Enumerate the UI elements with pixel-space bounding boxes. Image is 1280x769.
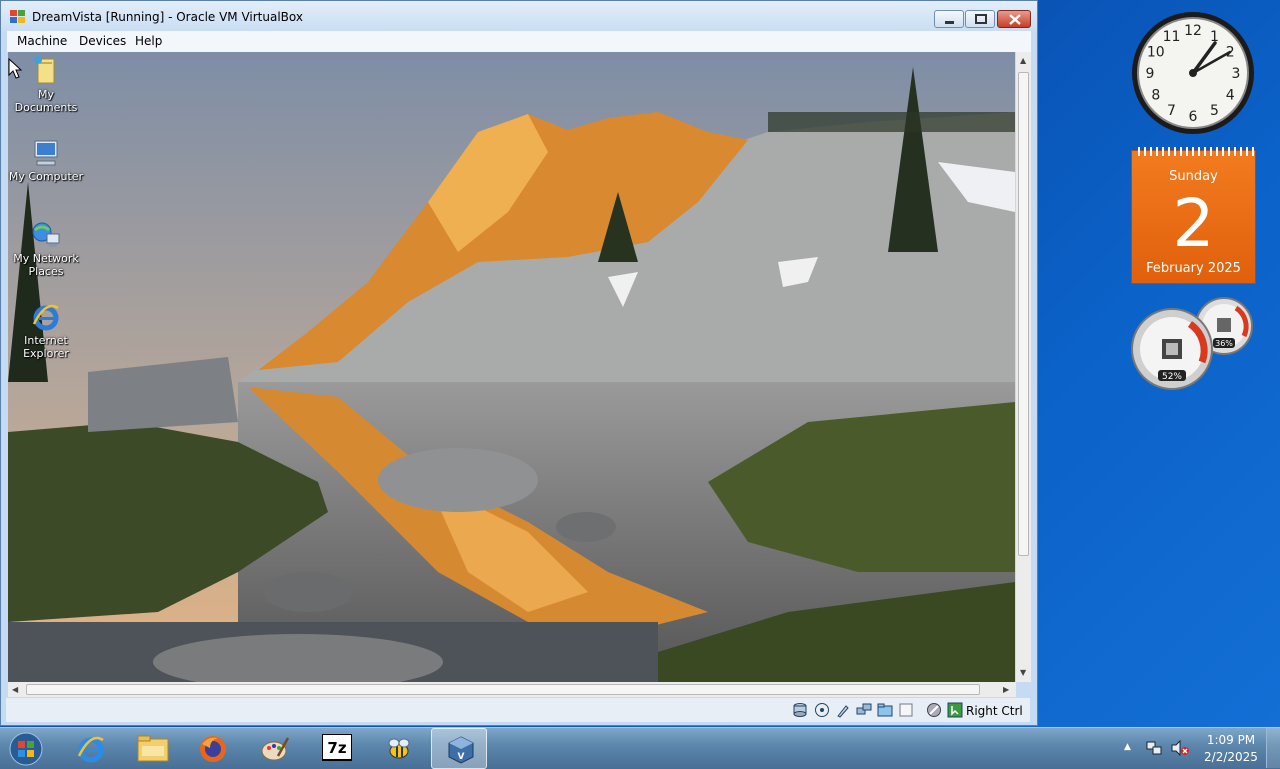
folder-icon xyxy=(137,735,169,762)
taskbar-internet-explorer[interactable] xyxy=(62,728,118,769)
virtualbox-icon xyxy=(10,10,25,23)
close-icon xyxy=(1009,14,1021,25)
internet-explorer-icon xyxy=(32,304,59,331)
calendar-date: 2 xyxy=(1172,185,1215,262)
firefox-icon xyxy=(200,736,226,762)
shared-folder-icon[interactable] xyxy=(877,702,893,718)
desktop-icon-label: Places xyxy=(28,265,64,278)
scroll-up-arrow-icon[interactable]: ▲ xyxy=(1020,56,1026,65)
title-bar[interactable]: DreamVista [Running] - Oracle VM Virtual… xyxy=(1,1,1037,31)
hard-disk-icon[interactable] xyxy=(792,702,808,718)
start-button[interactable] xyxy=(0,728,52,769)
host-key-label: Right Ctrl xyxy=(966,704,1023,718)
clock-numeral: 12 xyxy=(1184,23,1202,39)
taskbar: 7z V xyxy=(0,727,1280,769)
close-button[interactable] xyxy=(997,10,1031,28)
taskbar-file-explorer[interactable] xyxy=(123,728,179,769)
7zip-icon: 7z xyxy=(322,734,352,761)
restore-icon xyxy=(975,14,987,24)
clock-numeral: 5 xyxy=(1210,103,1219,119)
desktop-icon-label: My Documents xyxy=(14,88,78,114)
taskbar-bee-app[interactable] xyxy=(370,728,426,769)
usb-pen-icon[interactable] xyxy=(835,702,851,718)
calendar-gadget[interactable]: Sunday 2 February 2025 xyxy=(1131,147,1256,284)
virtualbox-icon: V xyxy=(448,736,474,764)
cpu-meter-gadget[interactable]: 36% 52% xyxy=(1128,296,1256,392)
clock-numeral: 4 xyxy=(1226,88,1235,104)
desktop-icon-my-network-places[interactable]: My Network Places xyxy=(8,220,86,278)
taskbar-firefox[interactable] xyxy=(184,728,240,769)
menu-devices[interactable]: Devices xyxy=(79,34,126,48)
desktop-icon-my-documents[interactable]: My Documents xyxy=(8,56,86,114)
horizontal-scrollbar-thumb[interactable] xyxy=(26,684,980,695)
maximize-button[interactable] xyxy=(965,10,995,28)
tray-network-icon[interactable] xyxy=(1145,739,1163,757)
cpu-value: 52% xyxy=(1162,372,1182,382)
minimize-icon xyxy=(945,21,954,24)
scroll-down-arrow-icon[interactable]: ▼ xyxy=(1020,668,1026,677)
guest-screen[interactable]: My Documents My Computer My Network Plac… xyxy=(8,52,1015,682)
taskbar-virtualbox[interactable]: V xyxy=(431,728,487,769)
clock-numeral: 9 xyxy=(1146,66,1155,82)
menu-help[interactable]: Help xyxy=(135,34,162,48)
tray-clock-time[interactable]: 1:09 PM xyxy=(1196,733,1266,747)
network-icon xyxy=(32,222,60,247)
scroll-right-arrow-icon[interactable]: ▶ xyxy=(1003,685,1009,694)
mouse-integration-icon[interactable] xyxy=(926,702,942,718)
desktop-icon-my-computer[interactable]: My Computer xyxy=(8,138,86,183)
internet-explorer-icon xyxy=(77,736,104,763)
svg-text:V: V xyxy=(458,752,465,762)
desktop-wallpaper xyxy=(8,52,1015,682)
memory-value: 36% xyxy=(1215,339,1233,348)
desktop-icon-label: Explorer xyxy=(23,347,69,360)
window-title: DreamVista [Running] - Oracle VM Virtual… xyxy=(32,10,303,24)
desktop-icon-internet-explorer[interactable]: Internet Explorer xyxy=(8,302,86,360)
desktop-icon-label: My Network xyxy=(13,252,79,265)
folder-icon xyxy=(34,56,55,84)
clock-numeral: 7 xyxy=(1167,103,1176,119)
calendar-rings-icon xyxy=(1138,147,1254,156)
clock-numeral: 10 xyxy=(1147,45,1165,61)
host-key-arrow-icon xyxy=(947,702,963,718)
scroll-left-arrow-icon[interactable]: ◀ xyxy=(12,685,18,694)
clock-numeral: 8 xyxy=(1151,88,1160,104)
display-icon[interactable] xyxy=(898,702,914,718)
computer-icon xyxy=(34,140,58,166)
optical-drive-icon[interactable] xyxy=(814,702,830,718)
taskbar-paint[interactable] xyxy=(246,728,302,769)
calendar-month-year: February 2025 xyxy=(1146,261,1241,276)
tray-clock-date[interactable]: 2/2/2025 xyxy=(1196,750,1266,764)
vertical-scrollbar-thumb[interactable] xyxy=(1018,72,1029,556)
windows-orb-icon xyxy=(9,732,43,766)
menu-machine[interactable]: Machine xyxy=(17,34,67,48)
desktop-icon-label: My Computer xyxy=(8,170,84,183)
clock-gadget[interactable]: 121234567891011 xyxy=(1130,10,1256,136)
tray-volume-muted-icon[interactable] xyxy=(1170,739,1190,757)
taskbar-7zip[interactable]: 7z xyxy=(308,728,364,769)
tray-expand-arrow-icon[interactable]: ▲ xyxy=(1124,742,1131,752)
clock-numeral: 3 xyxy=(1232,66,1241,82)
minimize-button[interactable] xyxy=(934,10,964,28)
menu-bar: Machine Devices Help xyxy=(7,31,1031,52)
svg-text:7z: 7z xyxy=(327,739,346,757)
network-adapter-icon[interactable] xyxy=(856,702,872,718)
calendar-day: Sunday xyxy=(1169,169,1218,184)
bee-icon xyxy=(388,738,410,759)
desktop-icon-label: Internet xyxy=(24,334,68,347)
clock-numeral: 11 xyxy=(1163,29,1181,45)
show-desktop-button[interactable] xyxy=(1266,728,1280,768)
clock-numeral: 6 xyxy=(1189,109,1198,125)
paint-palette-icon xyxy=(261,737,290,761)
